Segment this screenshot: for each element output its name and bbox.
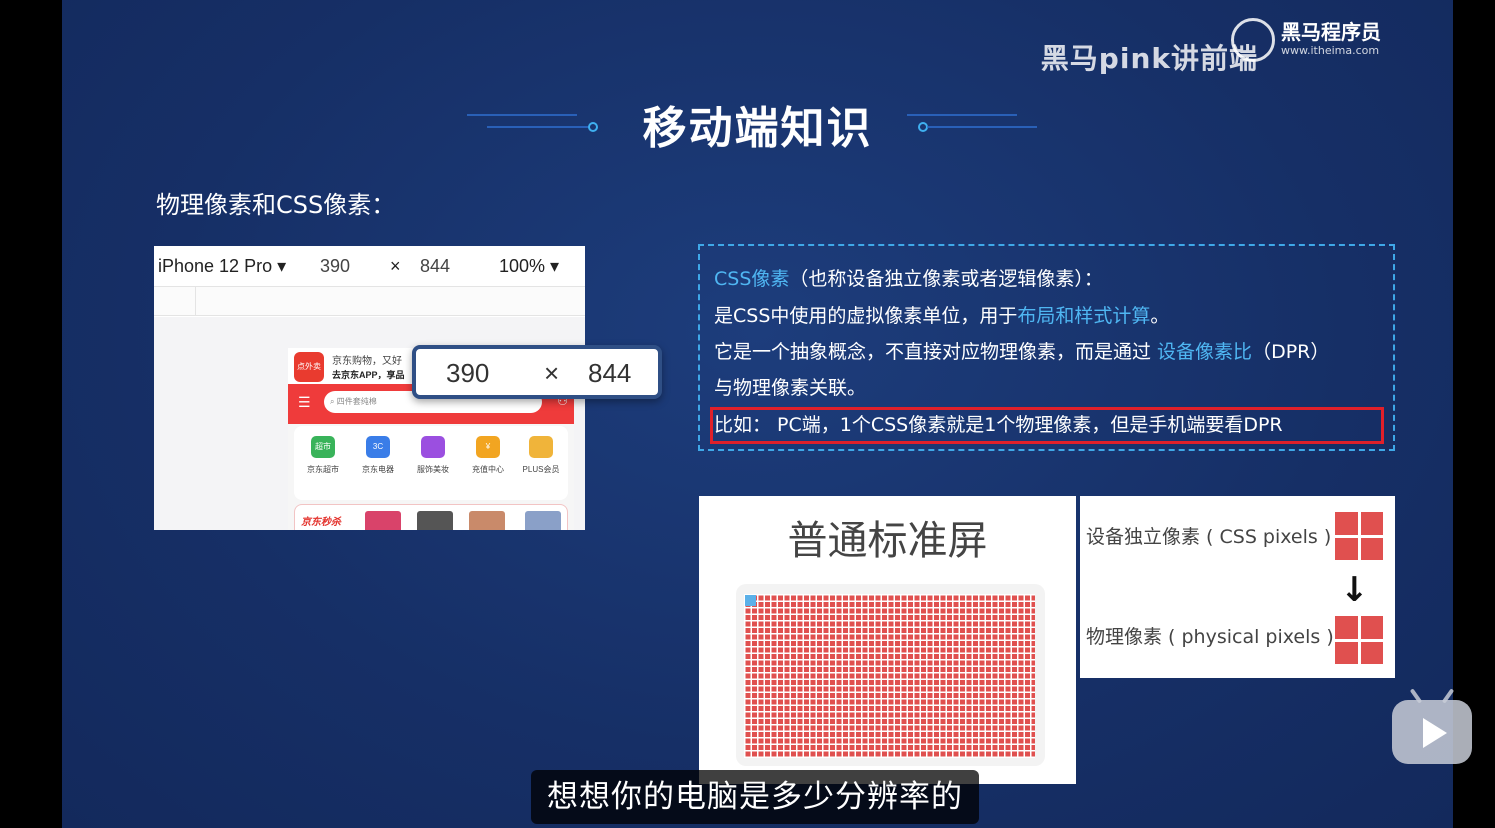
app-logo: 点外卖: [294, 352, 324, 382]
standard-screen-figure: 普通标准屏: [699, 496, 1076, 784]
definition-line-2: 是CSS中使用的虚拟像素单位，用于布局和样式计算。: [714, 305, 1170, 327]
product-thumb: [525, 511, 561, 530]
banner-line1: 京东购物，又好: [332, 356, 402, 367]
fashion-icon: [421, 436, 445, 458]
brand-url: www.itheima.com: [1281, 44, 1380, 57]
bilibili-tv-icon[interactable]: [1392, 688, 1472, 764]
pixel-grid-screen: [736, 584, 1045, 766]
down-arrow-icon: ↓: [1340, 570, 1369, 610]
dimension-callout: 390 × 844: [412, 345, 662, 399]
title-right-decoration: [907, 110, 1042, 132]
css-pixel-square-icon: [1335, 512, 1383, 560]
category-item: ¥ 充值中心: [461, 436, 515, 475]
height-field: 844: [420, 256, 451, 276]
crown-icon: [529, 436, 553, 458]
category-item: 超市 京东超市: [296, 436, 350, 475]
category-grid: 超市 京东超市 3C 京东电器 服饰美妆 ¥ 充值中心 PLUS会员: [294, 426, 568, 500]
channel-watermark: 黑马pink讲前端: [1040, 42, 1258, 75]
highlight-box: [710, 407, 1384, 444]
callout-times: ×: [544, 358, 560, 388]
device-toolbar: iPhone 12 Pro ▾ 390 × 844 100% ▾: [154, 246, 585, 286]
category-item: 3C 京东电器: [351, 436, 405, 475]
electronics-icon: 3C: [366, 436, 390, 458]
brand-name: 黑马程序员: [1281, 20, 1381, 44]
css-pixel-definition-box: CSS像素（也称设备独立像素或者逻辑像素）： 是CSS中使用的虚拟像素单位，用于…: [698, 244, 1395, 451]
horse-logo-icon: [1231, 18, 1275, 62]
highlighted-pixel: [745, 595, 756, 606]
supermarket-icon: 超市: [311, 436, 335, 458]
banner-line2: 去京东APP，享品: [332, 370, 405, 380]
product-thumb: [365, 511, 401, 530]
pixel-grid: [744, 594, 1035, 758]
pixel-legend-figure: 设备独立像素 ( CSS pixels ) ↓ 物理像素 ( physical …: [1080, 496, 1395, 678]
physical-pixel-square-icon: [1335, 616, 1383, 664]
product-thumb: [417, 511, 453, 530]
physical-pixels-label: 物理像素 ( physical pixels ): [1086, 626, 1334, 648]
recharge-icon: ¥: [476, 436, 500, 458]
width-field: 390: [320, 256, 351, 276]
product-thumb: [469, 511, 505, 530]
slide-title: 移动端知识: [642, 103, 873, 154]
device-select: iPhone 12 Pro ▾: [158, 256, 287, 276]
brand-watermark: 黑马程序员 www.itheima.com: [1231, 14, 1391, 76]
callout-height: 844: [588, 358, 632, 388]
definition-line-3: 它是一个抽象概念，不直接对应物理像素，而是通过 设备像素比（DPR）: [714, 341, 1330, 363]
category-item: PLUS会员: [514, 436, 568, 475]
definition-line-4: 与物理像素关联。: [714, 377, 867, 399]
category-item: 服饰美妆: [406, 436, 460, 475]
menu-icon: ☰: [298, 394, 311, 410]
css-pixels-label: 设备独立像素 ( CSS pixels ): [1086, 526, 1332, 548]
seckill-strip: 京东秒杀: [294, 504, 568, 530]
play-icon: [1423, 718, 1447, 748]
video-subtitle: 想想你的电脑是多少分辨率的: [531, 770, 979, 824]
seckill-label: 京东秒杀: [301, 517, 341, 528]
definition-line-1: CSS像素（也称设备独立像素或者逻辑像素）：: [714, 268, 1103, 290]
callout-width: 390: [446, 358, 490, 388]
ruler-row: [154, 286, 585, 316]
times-sign: ×: [390, 256, 401, 276]
slide: 黑马pink讲前端 黑马程序员 www.itheima.com 移动端知识 物理…: [62, 0, 1453, 828]
zoom-select: 100% ▾: [499, 256, 560, 276]
standard-screen-label: 普通标准屏: [787, 518, 988, 564]
section-subtitle: 物理像素和CSS像素：: [156, 191, 396, 219]
